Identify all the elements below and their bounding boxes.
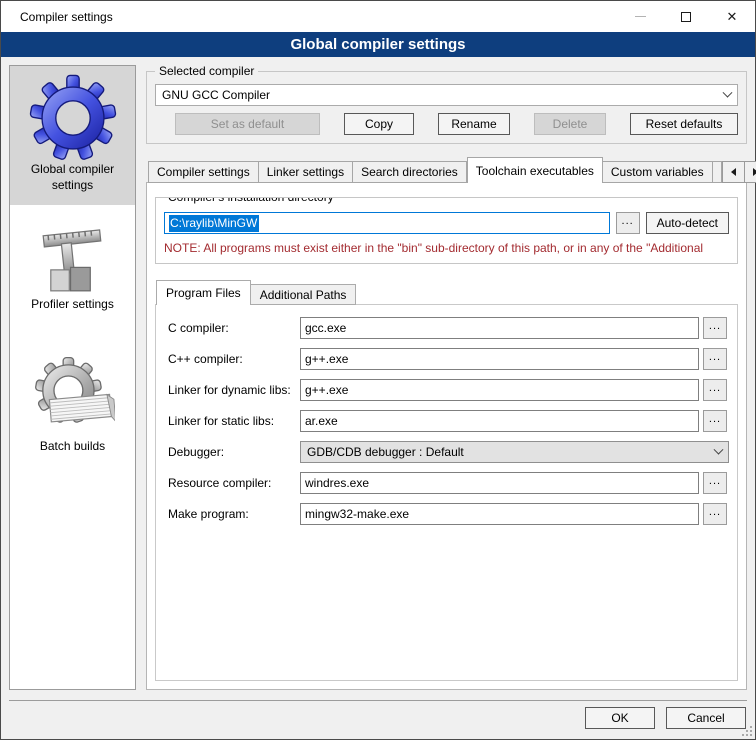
cpp-compiler-browse-button[interactable]: ... bbox=[703, 348, 727, 370]
c-compiler-browse-button[interactable]: ... bbox=[703, 317, 727, 339]
installation-directory-input[interactable]: C:\raylib\MinGW bbox=[164, 212, 610, 234]
sidebar-item-label: Profiler settings bbox=[14, 297, 131, 313]
close-icon: ✕ bbox=[727, 10, 738, 23]
make-program-browse-button[interactable]: ... bbox=[703, 503, 727, 525]
subtab-additional-paths[interactable]: Additional Paths bbox=[251, 284, 357, 305]
field-label: Linker for dynamic libs: bbox=[164, 383, 296, 397]
installation-directory-group-label: Compiler's installation directory bbox=[164, 197, 338, 204]
tab-scroll-buttons bbox=[722, 161, 756, 183]
settings-category-list: Global compiler settings bbox=[9, 65, 136, 690]
form-row-resource-compiler: Resource compiler: windres.exe ... bbox=[164, 472, 729, 494]
sidebar-item-global-compiler-settings[interactable]: Global compiler settings bbox=[10, 66, 135, 205]
form-row-linker-static: Linker for static libs: ar.exe ... bbox=[164, 410, 729, 432]
field-label: Make program: bbox=[164, 507, 296, 521]
close-button[interactable]: ✕ bbox=[709, 1, 755, 32]
form-row-cpp-compiler: C++ compiler: g++.exe ... bbox=[164, 348, 729, 370]
copy-button[interactable]: Copy bbox=[344, 113, 414, 135]
installation-directory-selected-text: C:\raylib\MinGW bbox=[169, 215, 259, 232]
set-as-default-button[interactable]: Set as default bbox=[175, 113, 320, 135]
tab-linker-settings[interactable]: Linker settings bbox=[259, 161, 353, 183]
reset-defaults-button[interactable]: Reset defaults bbox=[630, 113, 738, 135]
field-label: C++ compiler: bbox=[164, 352, 296, 366]
cancel-button[interactable]: Cancel bbox=[666, 707, 746, 729]
tab-custom-variables[interactable]: Custom variables bbox=[603, 161, 713, 183]
auto-detect-button[interactable]: Auto-detect bbox=[646, 212, 729, 234]
form-row-linker-dynamic: Linker for dynamic libs: g++.exe ... bbox=[164, 379, 729, 401]
resource-compiler-input[interactable]: windres.exe bbox=[300, 472, 699, 494]
arrow-left-icon bbox=[731, 168, 736, 176]
toolchain-executables-panel: Compiler's installation directory C:\ray… bbox=[146, 182, 747, 690]
field-label: Resource compiler: bbox=[164, 476, 296, 490]
form-row-make-program: Make program: mingw32-make.exe ... bbox=[164, 503, 729, 525]
make-program-input[interactable]: mingw32-make.exe bbox=[300, 503, 699, 525]
linker-static-browse-button[interactable]: ... bbox=[703, 410, 727, 432]
tab-toolchain-executables[interactable]: Toolchain executables bbox=[467, 157, 603, 183]
debugger-select-value: GDB/CDB debugger : Default bbox=[307, 445, 715, 459]
compiler-select[interactable]: GNU GCC Compiler bbox=[155, 84, 738, 106]
chevron-down-icon bbox=[714, 444, 724, 454]
chevron-down-icon bbox=[723, 87, 733, 97]
minimize-button[interactable] bbox=[617, 1, 663, 32]
linker-dynamic-browse-button[interactable]: ... bbox=[703, 379, 727, 401]
compiler-buttons-row: Set as default Copy Rename Delete Reset … bbox=[155, 113, 738, 135]
dialog-content: Global compiler settings bbox=[1, 57, 755, 700]
installation-directory-browse-button[interactable]: ... bbox=[616, 212, 640, 234]
bin-subdirectory-note: NOTE: All programs must exist either in … bbox=[164, 241, 729, 255]
form-row-c-compiler: C compiler: gcc.exe ... bbox=[164, 317, 729, 339]
titlebar: Compiler settings ✕ bbox=[1, 1, 755, 32]
sidebar-item-label: Global compiler settings bbox=[14, 162, 131, 193]
ok-button[interactable]: OK bbox=[585, 707, 655, 729]
settings-tabbar: Compiler settings Linker settings Search… bbox=[146, 157, 747, 183]
tab-scroll-left-button[interactable] bbox=[722, 161, 745, 183]
program-files-panel: C compiler: gcc.exe ... C++ compiler: g+… bbox=[155, 304, 738, 681]
page-title: Global compiler settings bbox=[1, 32, 755, 57]
maximize-button[interactable] bbox=[663, 1, 709, 32]
minimize-icon bbox=[635, 16, 646, 17]
debugger-select[interactable]: GDB/CDB debugger : Default bbox=[300, 441, 729, 463]
tab-compiler-settings[interactable]: Compiler settings bbox=[148, 161, 259, 183]
linker-dynamic-input[interactable]: g++.exe bbox=[300, 379, 699, 401]
window-title: Compiler settings bbox=[1, 10, 113, 24]
delete-button[interactable]: Delete bbox=[534, 113, 606, 135]
main-panel: Selected compiler GNU GCC Compiler Set a… bbox=[146, 65, 747, 690]
toolchain-subtabbar: Program Files Additional Paths bbox=[155, 280, 738, 305]
installation-directory-group: Compiler's installation directory C:\ray… bbox=[155, 197, 738, 264]
sidebar-item-profiler-settings[interactable]: Profiler settings bbox=[10, 215, 135, 325]
gray-gear-stack-icon bbox=[14, 355, 131, 439]
selected-compiler-group-label: Selected compiler bbox=[155, 64, 258, 78]
window-controls: ✕ bbox=[617, 1, 755, 32]
field-label: C compiler: bbox=[164, 321, 296, 335]
resize-grip[interactable] bbox=[742, 726, 752, 736]
c-compiler-input[interactable]: gcc.exe bbox=[300, 317, 699, 339]
compiler-settings-dialog: Compiler settings ✕ Global compiler sett… bbox=[0, 0, 756, 740]
footer: OK Cancel bbox=[1, 701, 755, 739]
cpp-compiler-input[interactable]: g++.exe bbox=[300, 348, 699, 370]
sidebar-item-label: Batch builds bbox=[14, 439, 131, 455]
form-row-debugger: Debugger: GDB/CDB debugger : Default bbox=[164, 441, 729, 463]
tab-build-options-clipped[interactable]: Build options bbox=[713, 161, 722, 183]
maximize-icon bbox=[681, 12, 691, 22]
rename-button[interactable]: Rename bbox=[438, 113, 510, 135]
subtab-program-files[interactable]: Program Files bbox=[156, 280, 251, 305]
caliper-icon bbox=[14, 223, 131, 297]
sidebar-item-batch-builds[interactable]: Batch builds bbox=[10, 347, 135, 467]
tab-scroll-right-button[interactable] bbox=[745, 161, 756, 183]
blue-gear-icon bbox=[14, 74, 131, 162]
installation-directory-row: C:\raylib\MinGW ... Auto-detect bbox=[164, 212, 729, 234]
linker-static-input[interactable]: ar.exe bbox=[300, 410, 699, 432]
tab-search-directories[interactable]: Search directories bbox=[353, 161, 467, 183]
selected-compiler-group: Selected compiler GNU GCC Compiler Set a… bbox=[146, 71, 747, 144]
field-label: Linker for static libs: bbox=[164, 414, 296, 428]
compiler-select-value: GNU GCC Compiler bbox=[162, 88, 724, 102]
field-label: Debugger: bbox=[164, 445, 296, 459]
resource-compiler-browse-button[interactable]: ... bbox=[703, 472, 727, 494]
